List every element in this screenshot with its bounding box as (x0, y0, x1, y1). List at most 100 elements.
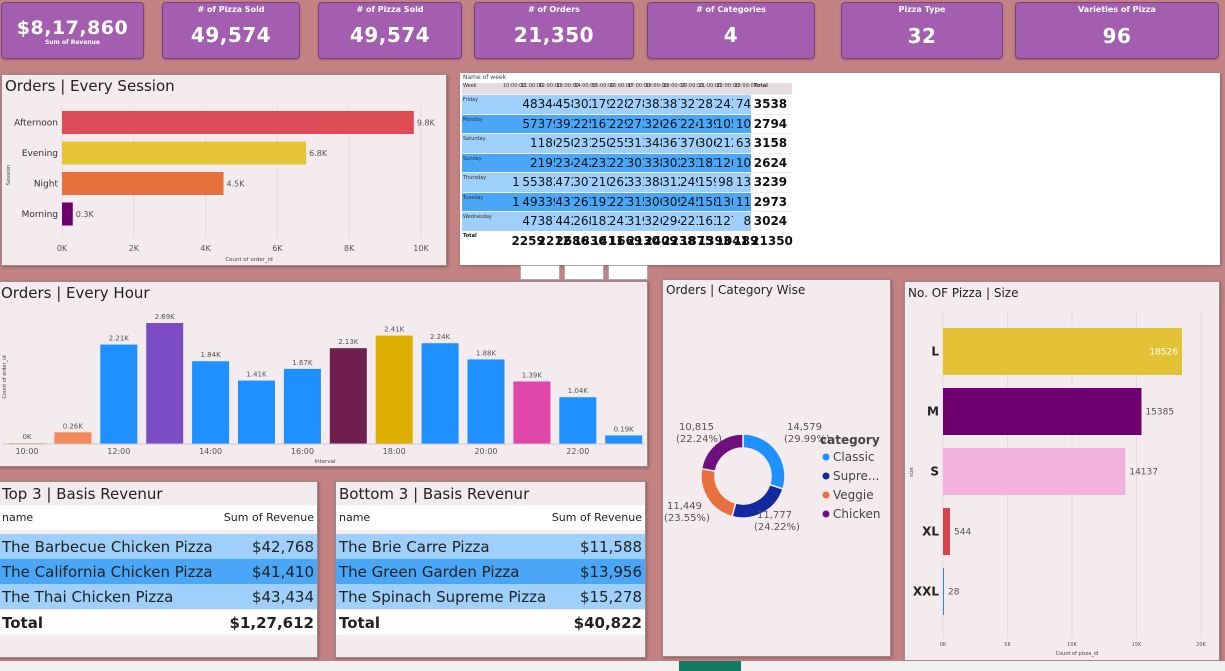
data-label: 544 (954, 528, 971, 538)
matrix-row[interactable]: Saturday 1 186 250 231 250 255 313 348 367 376 306 2… (462, 133, 793, 153)
data-label: 6.8K (309, 149, 328, 158)
row-revenue: $43,434 (251, 587, 314, 606)
matrix-cell: 315 (626, 192, 649, 211)
matrix-cell: 338 (644, 153, 667, 172)
table-row[interactable]: The California Chicken Pizza $41,410 (0, 559, 317, 584)
kpi-label: Sum of Revenue (44, 39, 101, 46)
legend-title: category (820, 433, 880, 447)
total-row: Total $1,27,612 (0, 610, 317, 635)
x-tick-label: 0K (940, 642, 947, 648)
top3-table-panel[interactable]: Top 3 | Basis Revenur name Sum of Revenu… (0, 481, 318, 658)
legend-item: Supre... (833, 469, 879, 483)
matrix-cell: 167 (590, 114, 614, 133)
size-chart-panel[interactable]: No. OF Pizza | Size 0K 5K 10K 15K 20K L 18526 M… (904, 281, 1220, 661)
data-label: 0.3K (76, 210, 95, 219)
matrix-day-label: Thursday (462, 173, 502, 192)
week-hour-matrix-panel[interactable]: Name of week Week 10:00:00 11:00:00 12:00:0… (460, 73, 1220, 265)
matrix-cell: 393 (555, 114, 578, 133)
row-name: The California Chicken Pizza (2, 562, 213, 581)
matrix-cell: 242 (573, 153, 596, 172)
matrix-cell: 326 (644, 212, 667, 231)
matrix-total-cell: 2 (511, 233, 520, 248)
matrix-hour-header: 19:00:00 (663, 83, 686, 89)
matrix-cell: 388 (644, 173, 667, 192)
matrix-cell: 233 (679, 153, 703, 172)
total-label: Total (339, 613, 380, 632)
kpi-categories[interactable]: # of Categories 4 (647, 2, 815, 59)
kpi-orders[interactable]: # of Orders 21,350 (474, 2, 634, 59)
table-row[interactable]: The Barbecue Chicken Pizza $42,768 (0, 534, 317, 559)
x-tick-label: 16:00 (291, 447, 314, 456)
matrix-cell: 319 (626, 212, 649, 231)
table-row[interactable]: The Green Garden Pizza $13,956 (336, 559, 645, 584)
matrix-day-label: Monday (462, 114, 502, 133)
matrix-row[interactable]: Sunday 2 195 234 242 233 227 301 338 302 233 181 126… (462, 152, 793, 172)
hour-chart-panel[interactable]: Orders | Every Hour 0K 10:00 0.26K 2.21K 12:… (0, 281, 648, 467)
kpi-varieties[interactable]: Varieties of Pizza 96 (1015, 2, 1219, 59)
week-hour-matrix: Week 10:00:00 11:00:00 12:00:00 13:00:00 14:0… (462, 83, 793, 251)
page-tab-active[interactable] (679, 661, 741, 671)
category-chart-panel[interactable]: Orders | Category Wise 14,579 (29.99%) 11,… (662, 279, 891, 657)
matrix-cell: 312 (662, 173, 685, 192)
matrix-cell: 339 (537, 192, 561, 211)
matrix-row-total: 2973 (751, 192, 790, 211)
slice-value-label: 10,815 (679, 422, 714, 433)
kpi-value: 4 (723, 23, 739, 47)
matrix-row-total: 3024 (751, 212, 790, 231)
matrix-total-cell: 259 (519, 233, 545, 248)
data-label: 2.13K (338, 338, 359, 346)
matrix-row-total: 3158 (751, 134, 790, 153)
legend-swatch (822, 472, 830, 480)
kpi-pizza-type[interactable]: Pizza Type 32 (841, 2, 1003, 59)
matrix-cell: 48 (519, 95, 538, 114)
table-row[interactable]: The Brie Carre Pizza $11,588 (336, 534, 645, 559)
toolbar-button[interactable] (520, 265, 560, 280)
bar (238, 380, 275, 444)
toolbar-button[interactable] (608, 265, 648, 280)
matrix-row[interactable]: Monday 57 379 393 225 167 229 273 326 267 224 139 10… (462, 113, 793, 133)
bottom3-table-panel[interactable]: Bottom 3 | Basis Revenur name Sum of Rev… (335, 481, 646, 658)
matrix-total-header: Total (754, 83, 768, 89)
matrix-cell: 227 (608, 192, 632, 211)
matrix-cell: 250 (555, 134, 578, 153)
page-tab-bar[interactable] (0, 661, 1225, 671)
matrix-row[interactable]: Friday 48 344 458 302 179 228 278 383 387 327 287 24… (462, 94, 793, 114)
data-label: 2.21K (109, 335, 130, 343)
x-tick-label: 20K (1196, 642, 1206, 648)
data-label: 1.67K (292, 359, 313, 367)
matrix-hour-header: 16:00:00 (609, 83, 633, 89)
matrix-row-total: 3538 (751, 95, 790, 114)
matrix-cell: 241 (608, 212, 632, 231)
matrix-cell: 47 (519, 212, 538, 231)
matrix-cell (502, 114, 520, 133)
data-label: 2.24K (430, 333, 451, 341)
toolbar-button[interactable] (564, 265, 604, 280)
matrix-corner: Week (463, 83, 477, 89)
bar (513, 381, 551, 444)
session-chart-panel[interactable]: Orders | Every Session 0K 2K 4K 6K 8K 10K Afte… (1, 74, 447, 266)
matrix-total-cell: 2130 (626, 233, 660, 248)
table-row[interactable]: The Spinach Supreme Pizza $15,278 (336, 584, 645, 609)
matrix-cell: 1 (519, 134, 538, 153)
kpi-pizza-sold-1[interactable]: # of Pizza Sold 49,574 (162, 2, 300, 59)
matrix-row[interactable]: Wednesday 47 387 442 268 181 241 319 326 294 221 16… (462, 211, 793, 231)
matrix-cell: 186 (537, 134, 561, 153)
matrix-cell: 268 (573, 212, 596, 231)
kpi-pizza-sold-2[interactable]: # of Pizza Sold 49,574 (318, 2, 462, 59)
table-row[interactable]: The Thai Chicken Pizza $43,434 (0, 584, 317, 609)
legend-item: Chicken (833, 507, 880, 521)
matrix-day-label: Tuesday (462, 192, 502, 211)
matrix-cell: 191 (590, 192, 614, 211)
y-tick-label: M (927, 405, 939, 419)
hour-chart: 0K 10:00 0.26K 2.21K 12:00 2.69K 1.84K 14:00 1.4… (2, 313, 645, 465)
matrix-row[interactable]: Thursday 1 55 382 472 307 210 262 331 388 312 249 15… (462, 172, 793, 192)
x-tick-label: 14:00 (199, 447, 222, 456)
kpi-revenue[interactable]: $8,17,860 Sum of Revenue (1, 2, 144, 59)
matrix-row[interactable]: Tuesday 1 49 339 437 261 191 227 315 300 309 245 158… (462, 191, 793, 211)
matrix-caption: Name of week (463, 74, 507, 81)
matrix-cell: 301 (626, 153, 649, 172)
visual-toolbar[interactable] (520, 265, 648, 280)
matrix-cell: 278 (626, 95, 649, 114)
matrix-total-cell: 2686 (555, 233, 589, 248)
data-label: 1.39K (522, 371, 543, 379)
